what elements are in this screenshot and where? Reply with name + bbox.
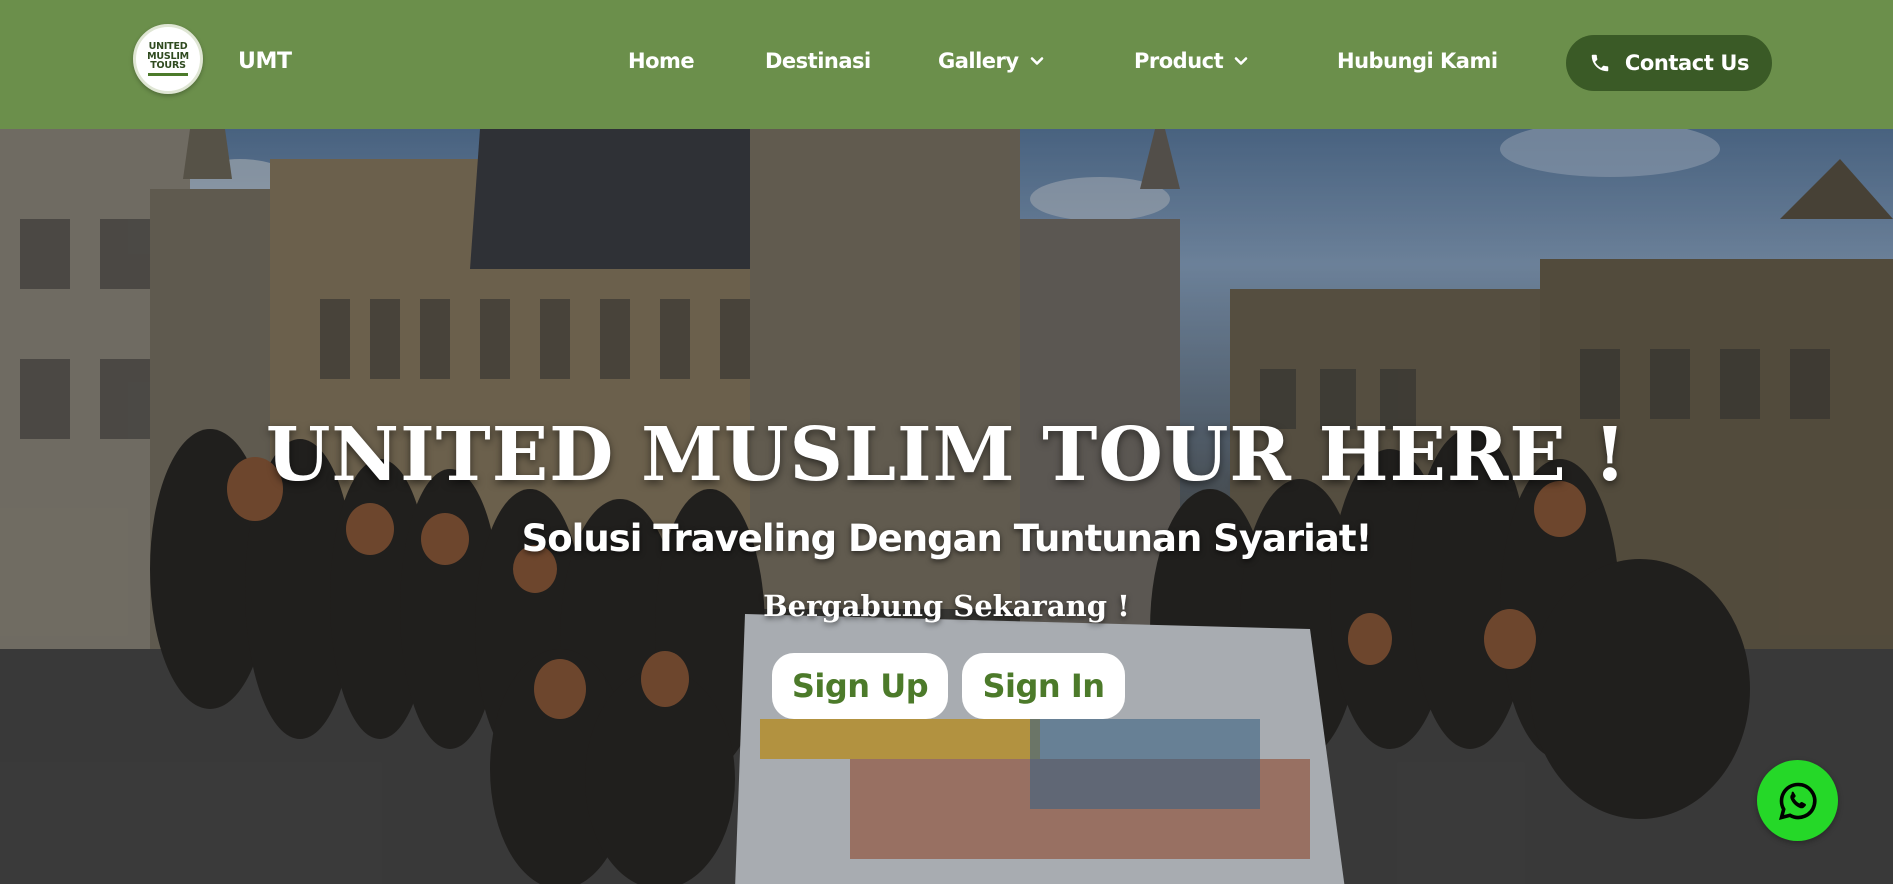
sign-in-label: Sign In [982, 667, 1105, 705]
hero-title: UNITED MUSLIM TOUR HERE ! [265, 412, 1628, 498]
whatsapp-chat-button[interactable] [1757, 760, 1838, 841]
hero-section: UNITED MUSLIM TOUR HERE ! Solusi Traveli… [0, 129, 1893, 884]
nav-destinasi-label: Destinasi [765, 49, 871, 73]
whatsapp-icon [1778, 782, 1817, 820]
nav-gallery[interactable]: Gallery [938, 49, 1045, 73]
sign-in-button[interactable]: Sign In [962, 653, 1125, 719]
nav-product[interactable]: Product [1134, 49, 1249, 73]
brand-name[interactable]: UMT [238, 49, 292, 74]
site-header: UNITED MUSLIM TOURS UMT Home Destinasi G… [0, 0, 1893, 129]
logo-bar [148, 73, 188, 77]
chevron-down-icon [1030, 57, 1043, 65]
hero-cta-text: Bergabung Sekarang ! [763, 589, 1130, 623]
chevron-down-icon [1234, 57, 1248, 65]
contact-us-button[interactable]: Contact Us [1566, 35, 1772, 91]
umt-logo[interactable]: UNITED MUSLIM TOURS [133, 24, 203, 94]
sign-up-button[interactable]: Sign Up [772, 653, 948, 719]
phone-icon [1591, 54, 1609, 72]
nav-gallery-label: Gallery [938, 49, 1019, 73]
nav-hubungi-kami[interactable]: Hubungi Kami [1337, 49, 1498, 73]
nav-destinasi[interactable]: Destinasi [765, 49, 871, 73]
nav-home-label: Home [628, 49, 695, 73]
contact-us-label: Contact Us [1624, 51, 1750, 75]
hero-overlay [0, 129, 1893, 884]
nav-product-label: Product [1134, 49, 1224, 73]
nav-hubungi-kami-label: Hubungi Kami [1337, 49, 1498, 73]
logo-line-3: TOURS [150, 60, 186, 72]
sign-up-label: Sign Up [791, 667, 929, 705]
hero-subtitle: Solusi Traveling Dengan Tuntunan Syariat… [521, 517, 1373, 560]
nav-home[interactable]: Home [628, 49, 695, 73]
